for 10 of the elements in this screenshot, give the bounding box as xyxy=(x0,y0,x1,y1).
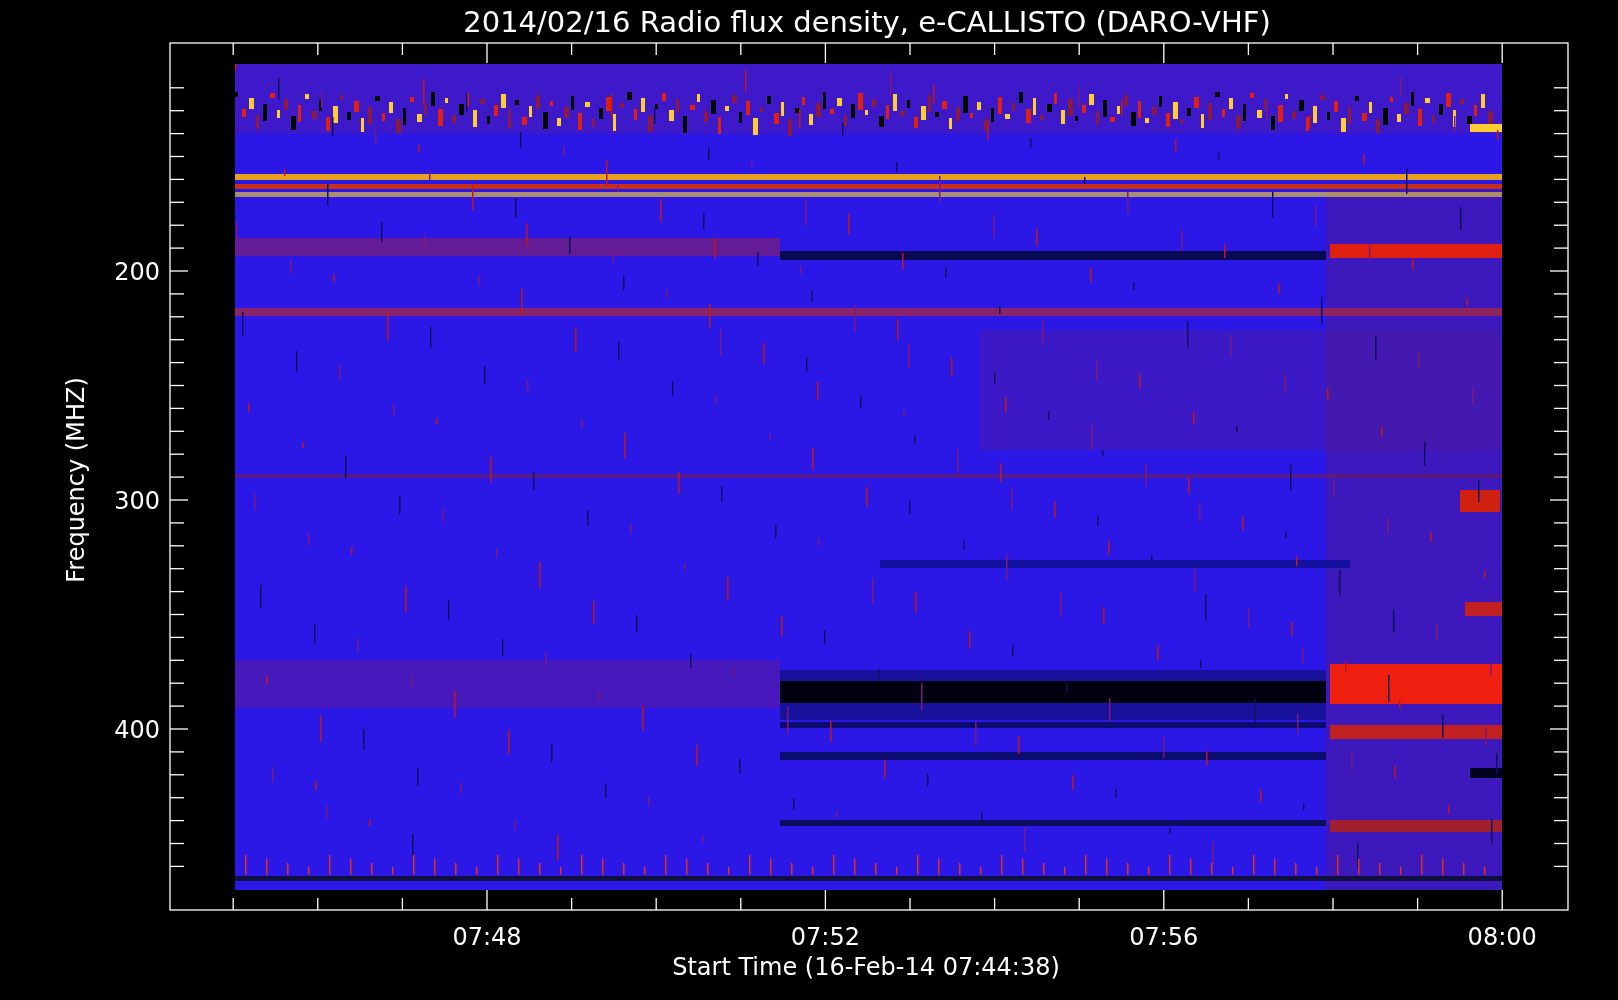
y-tick-label: 200 xyxy=(114,258,160,286)
x-tick-label: 07:48 xyxy=(452,923,522,951)
chart-title: 2014/02/16 Radio flux density, e-CALLISTO (DARO-VHF) xyxy=(463,5,1271,39)
x-axis-label: Start Time (16-Feb-14 07:44:38) xyxy=(672,953,1060,981)
y-axis-label: Frequency (MHZ) xyxy=(62,377,90,583)
x-tick-label: 07:52 xyxy=(790,923,860,951)
x-tick-label: 07:56 xyxy=(1129,923,1199,951)
y-tick-label: 400 xyxy=(114,716,160,744)
x-tick-label: 08:00 xyxy=(1467,923,1537,951)
y-tick-label: 300 xyxy=(114,487,160,515)
